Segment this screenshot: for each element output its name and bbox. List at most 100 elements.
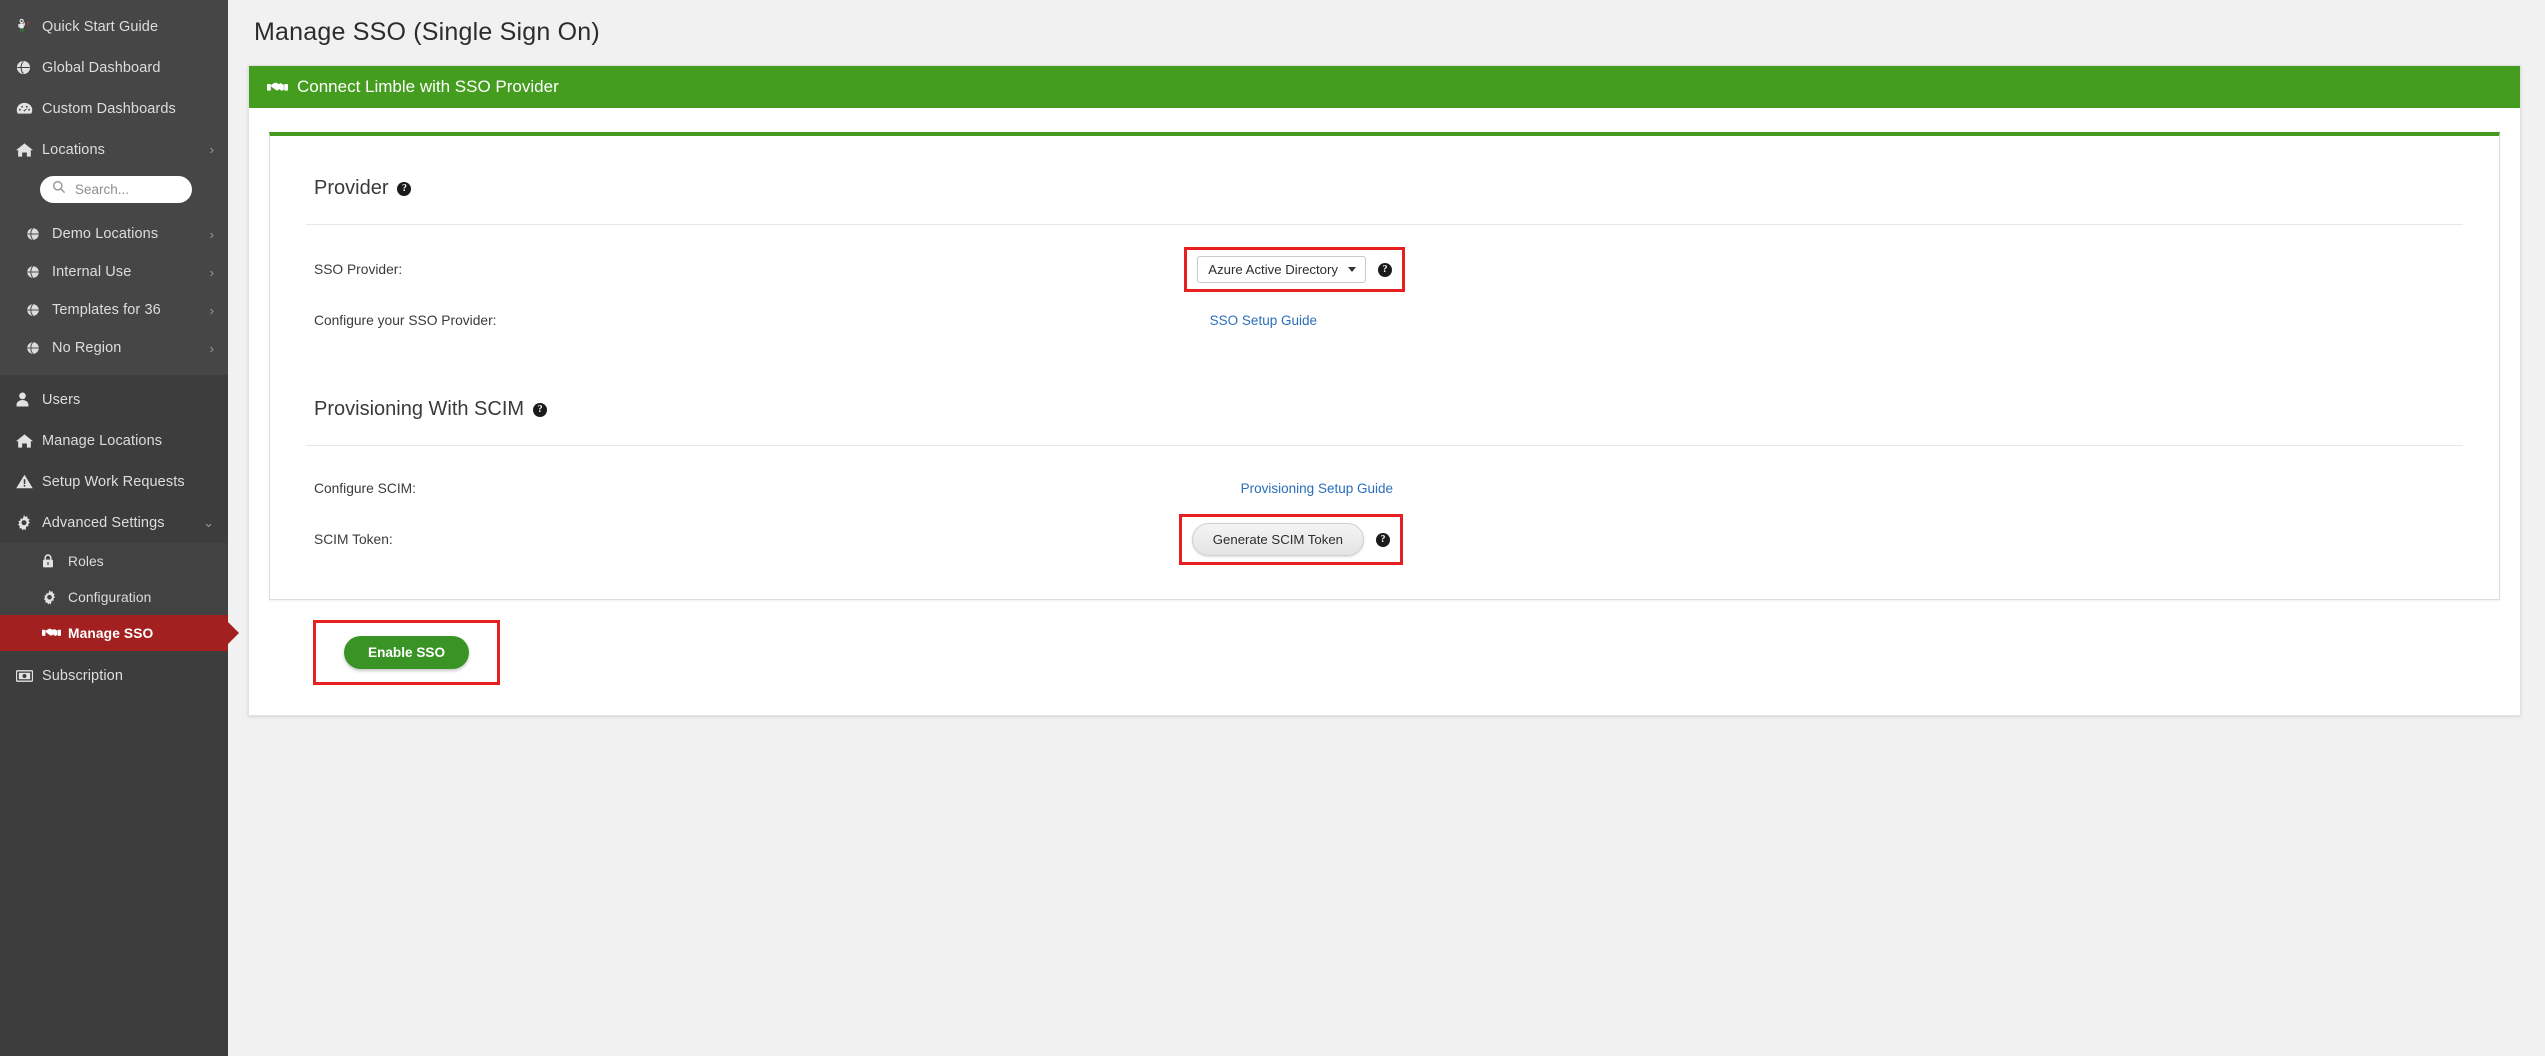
enable-sso-row: Enable SSO [269, 600, 2500, 685]
sidebar-item-label: Configuration [68, 589, 152, 605]
enable-sso-button[interactable]: Enable SSO [344, 635, 470, 669]
sidebar-item-setup-work-requests[interactable]: Setup Work Requests [0, 461, 228, 502]
sidebar-item-label: Locations [42, 141, 105, 158]
question-mark-icon[interactable]: ? [1378, 263, 1392, 278]
sidebar-item-label: Setup Work Requests [42, 473, 185, 490]
sidebar-bottom-group: Subscription [0, 651, 228, 696]
globe-icon [16, 60, 42, 75]
sidebar-item-label: No Region [52, 340, 122, 356]
sidebar-item-roles[interactable]: Roles [0, 543, 228, 579]
generate-scim-token-button[interactable]: Generate SCIM Token [1191, 522, 1364, 556]
question-mark-icon[interactable]: ? [397, 182, 412, 197]
globe-icon [26, 341, 52, 355]
user-icon [16, 392, 42, 407]
sidebar-item-custom-dashboards[interactable]: Custom Dashboards [0, 88, 228, 129]
chevron-down-icon [1348, 266, 1356, 272]
gauge-icon [16, 101, 42, 116]
gear-icon [42, 589, 68, 605]
chevron-right-icon: › [209, 142, 214, 157]
lock-icon [42, 554, 68, 568]
sso-provider-highlight-box: Azure Active Directory ? [1184, 246, 1405, 292]
question-mark-icon[interactable]: ? [533, 403, 548, 418]
question-mark-icon[interactable]: ? [1376, 533, 1390, 548]
sidebar-item-configuration[interactable]: Configuration [0, 579, 228, 615]
globe-icon [26, 265, 52, 279]
search-input[interactable] [73, 181, 180, 198]
handshake-icon [42, 626, 68, 640]
sidebar-advanced-subgroup: Roles Configuration Manage SSO [0, 543, 228, 651]
scim-token-highlight-box: Generate SCIM Token ? [1178, 513, 1403, 565]
home-icon [16, 142, 42, 158]
chevron-right-icon: › [209, 264, 214, 280]
sidebar-item-global-dashboard[interactable]: Global Dashboard [0, 47, 228, 88]
provider-section-title: Provider ? [270, 153, 2499, 200]
sso-setup-guide-link[interactable]: SSO Setup Guide [1210, 313, 1317, 328]
sidebar-item-subscription[interactable]: Subscription [0, 655, 228, 696]
chevron-right-icon: › [209, 302, 214, 318]
configure-scim-label: Configure SCIM: [314, 481, 416, 497]
panel-header: Connect Limble with SSO Provider [249, 66, 2520, 108]
sidebar-item-users[interactable]: Users [0, 379, 228, 420]
sidebar-item-no-region[interactable]: No Region › [0, 329, 228, 367]
sidebar-item-label: Users [42, 391, 81, 408]
sidebar: Quick Start Guide Global Dashboard Custo… [0, 0, 228, 1056]
scim-section-title: Provisioning With SCIM ? [270, 374, 2499, 421]
provisioning-setup-guide-link[interactable]: Provisioning Setup Guide [1241, 481, 1393, 496]
chevron-right-icon: › [209, 226, 214, 242]
sidebar-filler [0, 696, 228, 1056]
sso-provider-selected-value: Azure Active Directory [1208, 261, 1338, 277]
sidebar-item-label: Subscription [42, 667, 123, 684]
gear-icon [16, 514, 42, 531]
section-divider [306, 444, 2463, 446]
sso-panel: Connect Limble with SSO Provider Provide… [248, 65, 2521, 716]
globe-icon [26, 227, 52, 241]
sso-provider-select[interactable]: Azure Active Directory [1197, 255, 1366, 283]
search-icon [52, 180, 66, 199]
sidebar-item-label: Global Dashboard [42, 59, 161, 76]
panel-body: Provider ? SSO Provider: Azure Active Di… [249, 108, 2520, 715]
home-icon [16, 433, 42, 449]
sidebar-item-manage-sso[interactable]: Manage SSO [0, 615, 228, 651]
sidebar-item-label: Quick Start Guide [42, 18, 159, 35]
sidebar-item-demo-locations[interactable]: Demo Locations › [0, 215, 228, 253]
sidebar-item-label: Templates for 36 [52, 302, 161, 318]
sidebar-item-label: Custom Dashboards [42, 100, 176, 117]
sidebar-region-group: Demo Locations › Internal Use › Template… [0, 215, 228, 375]
astronaut-question-icon [16, 18, 42, 35]
chevron-down-icon: ⌄ [203, 515, 214, 530]
sidebar-item-label: Manage Locations [42, 432, 163, 449]
main-content: Manage SSO (Single Sign On) Connect Limb… [228, 0, 2545, 1056]
panel-header-title: Connect Limble with SSO Provider [297, 77, 559, 96]
scim-token-row: SCIM Token: Generate SCIM Token ? [270, 513, 2499, 565]
search-box[interactable] [40, 176, 192, 203]
sso-provider-row: SSO Provider: Azure Active Directory ? [270, 246, 2499, 292]
configure-scim-control: Provisioning Setup Guide [1241, 481, 1393, 496]
sidebar-item-quick-start-guide[interactable]: Quick Start Guide [0, 6, 228, 47]
scim-section-label: Provisioning With SCIM [314, 397, 525, 420]
configure-sso-provider-row: Configure your SSO Provider: SSO Setup G… [270, 300, 2499, 342]
scim-token-label: SCIM Token: [314, 531, 393, 547]
warning-triangle-icon [16, 474, 42, 489]
sidebar-top-group: Quick Start Guide Global Dashboard Custo… [0, 0, 228, 170]
sidebar-item-advanced-settings[interactable]: Advanced Settings ⌄ [0, 502, 228, 543]
sso-provider-label: SSO Provider: [314, 261, 403, 277]
sidebar-search-container [0, 170, 228, 215]
sidebar-item-label: Internal Use [52, 264, 132, 280]
configure-sso-provider-label: Configure your SSO Provider: [314, 313, 497, 329]
sidebar-item-label: Demo Locations [52, 226, 159, 242]
money-bill-icon [16, 669, 42, 682]
sidebar-item-locations[interactable]: Locations › [0, 129, 228, 170]
sidebar-item-label: Advanced Settings [42, 514, 165, 531]
chevron-right-icon: › [209, 340, 214, 356]
sso-provider-control: Azure Active Directory ? [1184, 246, 1405, 292]
scim-token-control: Generate SCIM Token ? [1178, 513, 1403, 565]
sidebar-item-label: Roles [68, 553, 104, 569]
configure-sso-provider-control: SSO Setup Guide [1210, 313, 1317, 328]
sso-form-card: Provider ? SSO Provider: Azure Active Di… [269, 132, 2500, 600]
sidebar-item-internal-use[interactable]: Internal Use › [0, 253, 228, 291]
sidebar-item-templates-for-36[interactable]: Templates for 36 › [0, 291, 228, 329]
handshake-icon [267, 80, 288, 95]
sidebar-item-manage-locations[interactable]: Manage Locations [0, 420, 228, 461]
provider-section-label: Provider [314, 176, 389, 199]
section-divider [306, 223, 2463, 225]
